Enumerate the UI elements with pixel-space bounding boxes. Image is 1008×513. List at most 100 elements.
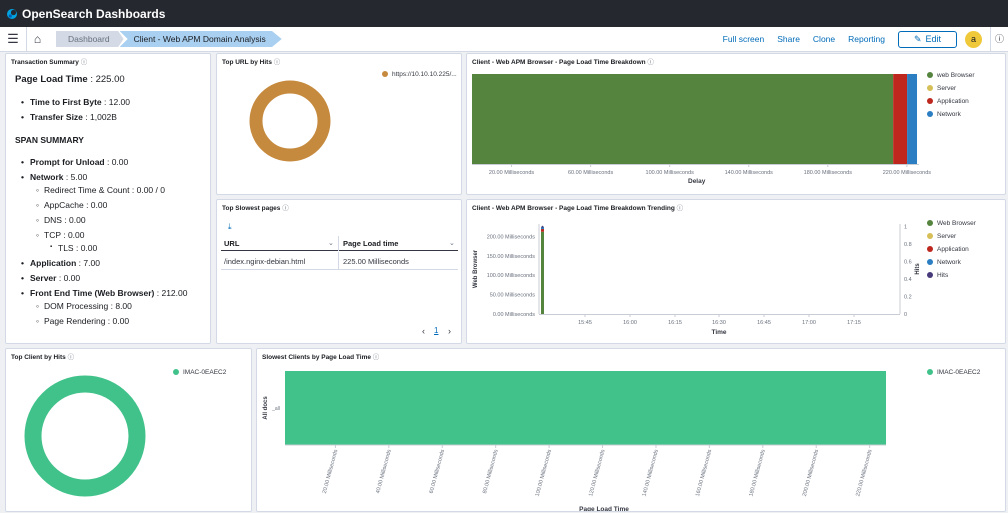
x-tick-label: 16:45 <box>757 320 771 326</box>
prompt-for-unload: Prompt for Unload : 0.00 <box>21 157 128 167</box>
x-tick-label: 17:00 <box>802 320 816 326</box>
legend-server[interactable]: Server <box>927 85 956 92</box>
x-tick-label: 17:15 <box>847 320 861 326</box>
server: Server : 0.00 <box>21 273 80 283</box>
legend-network[interactable]: Network <box>927 259 961 266</box>
panel-title: Top Client by Hits ⓘ <box>11 354 75 361</box>
info-icon[interactable]: ⓘ <box>282 205 289 212</box>
reporting-link[interactable]: Reporting <box>848 34 885 44</box>
x-tick-label: 20.00 Milliseconds <box>489 170 534 176</box>
client-bar[interactable] <box>285 371 886 445</box>
breakdown-bar-segment[interactable] <box>472 74 894 164</box>
x-tick-label: 140.00 Milliseconds <box>725 170 774 176</box>
app-logo[interactable]: OpenSearch Dashboards <box>6 7 165 21</box>
legend-web-browser[interactable]: web Browser <box>927 72 975 79</box>
breakdown-chart[interactable]: 20.00 Milliseconds 60.00 Milliseconds 100.… <box>467 54 1006 195</box>
trend-hits-point[interactable] <box>541 225 544 228</box>
home-icon[interactable]: ⌂ <box>26 26 48 52</box>
table-header: URL ⌄ Page Load time ⌄ <box>221 236 458 251</box>
trend-bar-application[interactable] <box>541 229 544 232</box>
x-tick-label: 120.00 Milliseconds <box>588 449 606 497</box>
next-page-icon[interactable]: › <box>448 326 451 336</box>
y-axis-label: Web Browser <box>473 249 479 288</box>
table-row: /index.nginx-debian.html 225.00 Millisec… <box>221 252 458 270</box>
y-tick-label: 50.00 Milliseconds <box>490 293 535 299</box>
dom-processing: DOM Processing : 8.00 <box>36 301 132 311</box>
prev-page-icon[interactable]: ‹ <box>422 326 425 336</box>
network: Network : 5.00 <box>21 172 87 182</box>
top-client-panel: Top Client by Hits ⓘ IMAC-0EAEC2 <box>5 348 252 512</box>
y2-tick-label: 0.6 <box>904 260 912 266</box>
url-legend-item[interactable]: https://10.10.10.225/... <box>382 71 457 78</box>
y2-tick-label: 0 <box>904 312 907 318</box>
trending-panel: Client - Web APM Browser - Page Load Tim… <box>466 199 1006 344</box>
nav-bar: ☰ ⌂ Dashboard Client - Web APM Domain An… <box>0 26 1008 52</box>
x-tick-label: 80.00 Milliseconds <box>482 449 500 494</box>
y-tick-label: 0.00 Milliseconds <box>493 312 535 318</box>
breakdown-bar-segment[interactable] <box>907 74 918 164</box>
col-url[interactable]: URL <box>224 239 239 248</box>
x-tick-label: 40.00 Milliseconds <box>375 449 393 494</box>
y2-tick-label: 0.4 <box>904 277 912 283</box>
breakdown-panel: Client - Web APM Browser - Page Load Tim… <box>466 53 1006 195</box>
x-tick-label: 20.00 Milliseconds <box>322 449 340 494</box>
sort-icon[interactable]: ⌄ <box>449 239 455 247</box>
share-link[interactable]: Share <box>777 34 800 44</box>
top-header: OpenSearch Dashboards <box>0 0 1008 27</box>
row-time: 225.00 Milliseconds <box>343 257 409 266</box>
client-donut-slice[interactable] <box>24 375 146 497</box>
pencil-icon: ✎ <box>913 33 922 44</box>
y-axis-label: All docs <box>263 396 269 420</box>
full-screen-link[interactable]: Full screen <box>723 34 765 44</box>
legend-hits[interactable]: Hits <box>927 272 948 279</box>
transaction-summary-panel: Transaction Summary ⓘ Page Load Time : 2… <box>5 53 211 344</box>
legend-application[interactable]: Application <box>927 246 969 253</box>
x-tick-label: 140.00 Milliseconds <box>642 449 660 497</box>
client-legend-item[interactable]: IMAC-0EAEC2 <box>173 369 226 376</box>
appcache: AppCache : 0.00 <box>36 200 107 210</box>
col-page-load-time[interactable]: Page Load time <box>343 239 398 248</box>
trending-chart[interactable]: 200.00 Milliseconds150.00 Milliseconds10… <box>467 200 1006 344</box>
x-tick-label: 200.00 Milliseconds <box>802 449 820 497</box>
opensearch-logo-icon <box>7 8 17 19</box>
info-icon[interactable]: ⓘ <box>81 59 88 66</box>
url-donut-slice[interactable] <box>249 80 331 162</box>
app-title: OpenSearch Dashboards <box>22 6 166 21</box>
application: Application : 7.00 <box>21 258 100 268</box>
tls: TLS : 0.00 <box>50 243 97 253</box>
breakdown-bar-segment[interactable] <box>893 74 908 164</box>
url-donut-chart[interactable] <box>247 78 333 164</box>
clone-link[interactable]: Clone <box>813 34 835 44</box>
legend-application[interactable]: Application <box>927 98 969 105</box>
sort-icon[interactable]: ⌄ <box>328 239 334 247</box>
panel-title: Transaction Summary ⓘ <box>11 59 88 66</box>
legend-web-browser[interactable]: Web Browser <box>927 220 976 227</box>
dns: DNS : 0.00 <box>36 215 86 225</box>
y-tick-label: 150.00 Milliseconds <box>487 254 536 260</box>
x-axis-label: Page Load Time <box>579 506 629 512</box>
info-icon[interactable]: ⓘ <box>68 354 75 361</box>
page-number[interactable]: 1 <box>434 326 438 335</box>
edit-button[interactable]: ✎ Edit <box>898 30 957 48</box>
legend-server[interactable]: Server <box>927 233 956 240</box>
client-donut-chart[interactable] <box>22 373 148 499</box>
trend-bar-web-browser[interactable] <box>541 231 544 314</box>
client-legend-item[interactable]: IMAC-0EAEC2 <box>927 369 980 376</box>
y2-axis-label: Hits <box>915 263 921 275</box>
x-tick-label: 16:15 <box>668 320 682 326</box>
span-summary-heading: SPAN SUMMARY <box>15 135 84 145</box>
avatar[interactable]: a <box>965 30 982 48</box>
y-tick-label: 200.00 Milliseconds <box>487 234 536 240</box>
slowest-clients-chart[interactable]: _allAll docs 20.00 Milliseconds 40.00 Mill… <box>257 349 1006 512</box>
x-tick-label: 220.00 Milliseconds <box>855 449 873 497</box>
edit-label: Edit <box>925 34 942 44</box>
x-tick-label: 160.00 Milliseconds <box>695 449 713 497</box>
x-tick-label: 100.00 Milliseconds <box>535 449 553 497</box>
download-icon[interactable]: ⤓ <box>228 222 232 232</box>
breadcrumb-dashboard[interactable]: Dashboard <box>56 31 124 47</box>
menu-icon[interactable]: ☰ <box>0 31 26 47</box>
info-icon[interactable]: ⓘ <box>274 59 281 66</box>
legend-network[interactable]: Network <box>927 111 961 118</box>
help-icon[interactable]: ⓘ <box>990 26 1008 52</box>
page-load-time: Page Load Time : 225.00 <box>15 74 125 85</box>
